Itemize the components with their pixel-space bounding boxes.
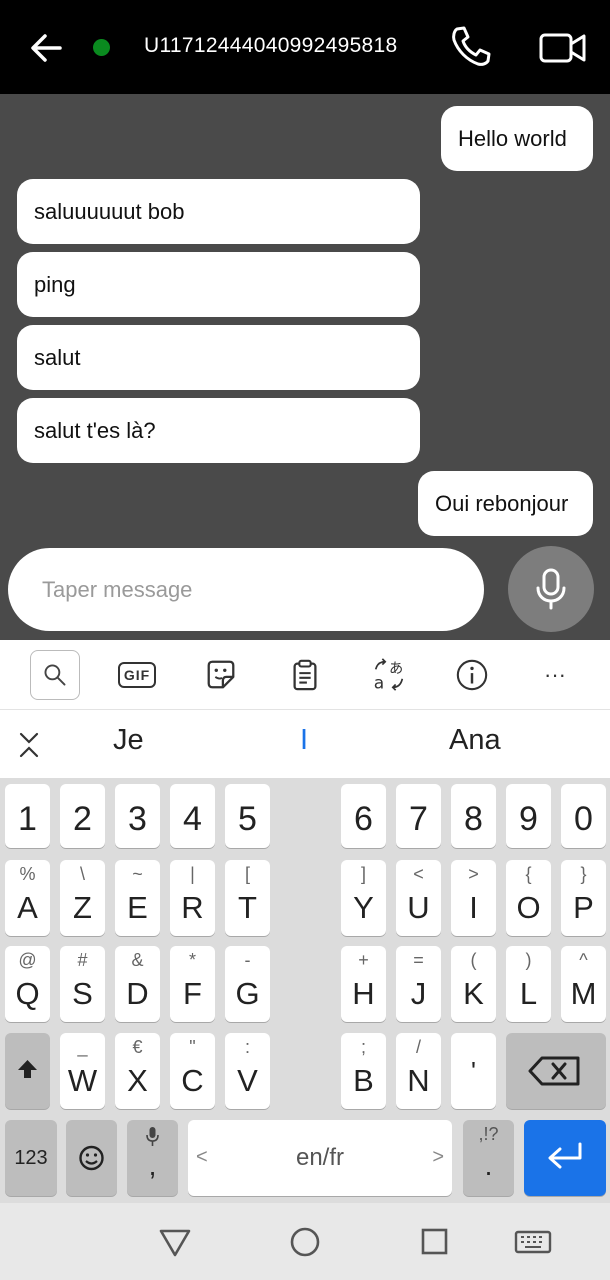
shift-key[interactable]	[5, 1033, 50, 1109]
key-u[interactable]: < U	[396, 860, 441, 936]
key-l[interactable]: ) L	[506, 946, 551, 1022]
key-v[interactable]: :V	[225, 1033, 270, 1109]
comma-voice-key[interactable]: ,	[127, 1120, 178, 1196]
clipboard-icon[interactable]	[280, 650, 330, 700]
key-5[interactable]: 5	[225, 784, 270, 848]
key-o[interactable]: {O	[506, 860, 551, 936]
soft-keyboard: 1 2 3 4 5 6 7 8 9 0 % A \ Z ~ E | R [T ] Y < U…	[0, 778, 610, 1203]
key-x[interactable]: € X	[115, 1033, 160, 1109]
key-q[interactable]: @ Q	[5, 946, 50, 1022]
message-bubble-received: salut t'es là?	[17, 398, 420, 463]
space-key[interactable]: < en/fr >	[188, 1120, 452, 1196]
back-arrow-icon[interactable]	[26, 28, 66, 68]
online-status-dot	[93, 39, 110, 56]
key-s[interactable]: # S	[60, 946, 105, 1022]
microphone-icon	[146, 1127, 159, 1146]
key-9[interactable]: 9	[506, 784, 551, 848]
key-r[interactable]: | R	[170, 860, 215, 936]
key-w[interactable]: _ W	[60, 1033, 105, 1109]
phone-call-icon[interactable]	[448, 24, 494, 70]
chat-header: U11712444040992495818	[0, 0, 610, 94]
contact-id: U11712444040992495818	[144, 34, 398, 57]
microphone-icon	[536, 568, 566, 610]
key-8[interactable]: 8	[451, 784, 496, 848]
keyboard-toolbar: GIF aあ ···	[0, 640, 610, 710]
key-z[interactable]: \ Z	[60, 860, 105, 936]
back-triangle-icon[interactable]	[155, 1225, 195, 1259]
backspace-key[interactable]	[506, 1033, 606, 1109]
info-icon[interactable]	[447, 650, 497, 700]
key-j[interactable]: = J	[396, 946, 441, 1022]
key-apostrophe[interactable]: '	[451, 1033, 496, 1109]
message-input[interactable]	[42, 570, 462, 610]
gif-icon[interactable]: GIF	[112, 650, 162, 700]
key-0[interactable]: 0	[561, 784, 606, 848]
video-call-icon[interactable]	[538, 28, 588, 68]
suggestion-bar: Je I Ana	[0, 710, 610, 778]
key-2[interactable]: 2	[60, 784, 105, 848]
svg-text:a: a	[374, 673, 384, 693]
key-t[interactable]: [T	[225, 860, 270, 936]
emoji-key[interactable]	[66, 1120, 117, 1196]
message-bubble-received: ping	[17, 252, 420, 317]
backspace-icon	[528, 1056, 580, 1086]
shift-icon	[18, 1060, 37, 1078]
collapse-icon[interactable]	[16, 730, 42, 760]
key-m[interactable]: ^ M	[561, 946, 606, 1022]
sticker-icon[interactable]	[196, 650, 246, 700]
message-bubble-received: saluuuuuut bob	[17, 179, 420, 244]
numbers-toggle-key[interactable]: 123	[5, 1120, 57, 1196]
message-bubble-sent: Oui rebonjour	[418, 471, 593, 536]
home-circle-icon[interactable]	[285, 1225, 325, 1259]
period-key[interactable]: ,!? .	[463, 1120, 514, 1196]
key-1[interactable]: 1	[5, 784, 50, 848]
space-right-arrow: >	[432, 1146, 444, 1168]
message-bubble-received: salut	[17, 325, 420, 390]
key-b[interactable]: ; B	[341, 1033, 386, 1109]
key-4[interactable]: 4	[170, 784, 215, 848]
svg-text:あ: あ	[389, 660, 403, 677]
emoji-icon	[79, 1145, 104, 1171]
key-7[interactable]: 7	[396, 784, 441, 848]
enter-key[interactable]	[524, 1120, 606, 1196]
message-bubble-sent: Hello world	[441, 106, 593, 171]
translate-icon[interactable]: aあ	[364, 650, 414, 700]
recents-square-icon[interactable]	[414, 1225, 454, 1259]
message-composer[interactable]	[8, 548, 484, 631]
key-d[interactable]: & D	[115, 946, 160, 1022]
system-navigation-bar	[0, 1203, 610, 1280]
suggestion-right[interactable]: Ana	[449, 724, 501, 757]
key-y[interactable]: ] Y	[341, 860, 386, 936]
key-h[interactable]: + H	[341, 946, 386, 1022]
keyboard-icon[interactable]	[513, 1225, 553, 1259]
suggestion-left[interactable]: Je	[113, 724, 144, 757]
key-c[interactable]: " C	[170, 1033, 215, 1109]
key-p[interactable]: } P	[561, 860, 606, 936]
key-n[interactable]: / N	[396, 1033, 441, 1109]
enter-icon	[548, 1142, 582, 1169]
key-3[interactable]: 3	[115, 784, 160, 848]
key-f[interactable]: * F	[170, 946, 215, 1022]
key-g[interactable]: -G	[225, 946, 270, 1022]
voice-record-button[interactable]	[508, 546, 594, 632]
key-e[interactable]: ~ E	[115, 860, 160, 936]
key-a[interactable]: % A	[5, 860, 50, 936]
suggestion-middle[interactable]: I	[300, 724, 308, 757]
key-i[interactable]: > I	[451, 860, 496, 936]
search-icon[interactable]	[30, 650, 80, 700]
key-6[interactable]: 6	[341, 784, 386, 848]
more-icon[interactable]: ···	[530, 650, 580, 700]
key-k[interactable]: (K	[451, 946, 496, 1022]
